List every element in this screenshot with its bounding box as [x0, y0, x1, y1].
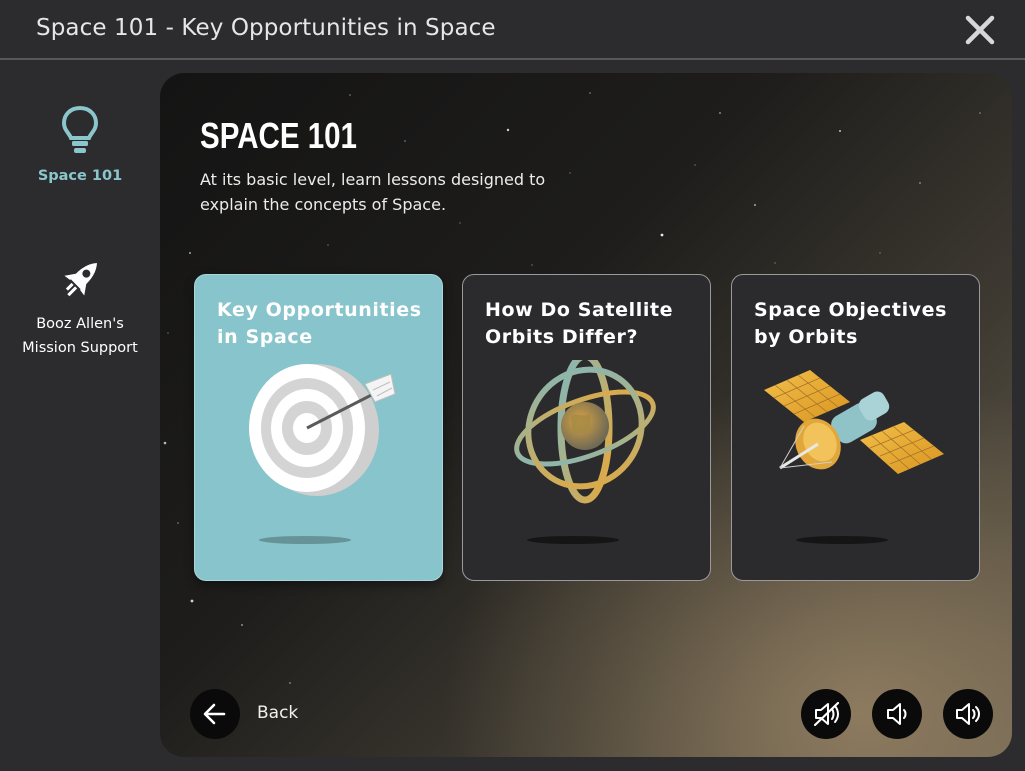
- orbit-icon: [514, 360, 656, 504]
- sound-off-button[interactable]: [801, 689, 851, 739]
- card-title: How Do Satellite Orbits Differ?: [485, 299, 674, 348]
- lesson-panel: SPACE 101 At its basic level, learn less…: [160, 73, 1012, 757]
- card-title: Space Objectives by Orbits: [754, 299, 948, 348]
- close-button[interactable]: [964, 14, 996, 46]
- volume-low-button[interactable]: [872, 689, 922, 739]
- sound-off-icon: [813, 701, 840, 727]
- card-shadow: [259, 536, 351, 544]
- page-description: At its basic level, learn lessons design…: [200, 170, 546, 214]
- lightbulb-icon: [61, 105, 99, 153]
- card-key-opportunities[interactable]: Key Opportunities in Space: [194, 274, 443, 581]
- arrow-left-icon: [203, 703, 226, 725]
- sidebar-item-label-line2: Mission Support: [22, 340, 138, 356]
- card-shadow: [527, 536, 619, 544]
- card-space-objectives[interactable]: Space Objectives by Orbits: [731, 274, 980, 581]
- satellite-icon: [764, 370, 944, 474]
- card-shadow: [796, 536, 888, 544]
- window-title: Space 101 - Key Opportunities in Space: [36, 15, 496, 41]
- target-icon: [249, 364, 396, 496]
- card-satellite-orbits[interactable]: How Do Satellite Orbits Differ?: [462, 274, 711, 581]
- page-title: SPACE 101: [200, 115, 357, 156]
- back-button[interactable]: [190, 689, 240, 739]
- back-label[interactable]: Back: [257, 703, 298, 723]
- volume-high-icon: [956, 703, 980, 725]
- volume-low-icon: [887, 703, 907, 725]
- volume-high-button[interactable]: [943, 689, 993, 739]
- sidebar-item-space-101[interactable]: Space 101: [0, 104, 160, 188]
- rocket-icon: [64, 263, 97, 297]
- sidebar-item-mission-support[interactable]: Booz Allen's Mission Support: [0, 254, 160, 360]
- title-bar: Space 101 - Key Opportunities in Space: [0, 0, 1025, 60]
- sidebar-item-label: Space 101: [37, 168, 123, 184]
- sidebar-item-label: Booz Allen's: [36, 316, 124, 332]
- card-title: Key Opportunities in Space: [217, 299, 422, 348]
- close-icon: [965, 15, 995, 45]
